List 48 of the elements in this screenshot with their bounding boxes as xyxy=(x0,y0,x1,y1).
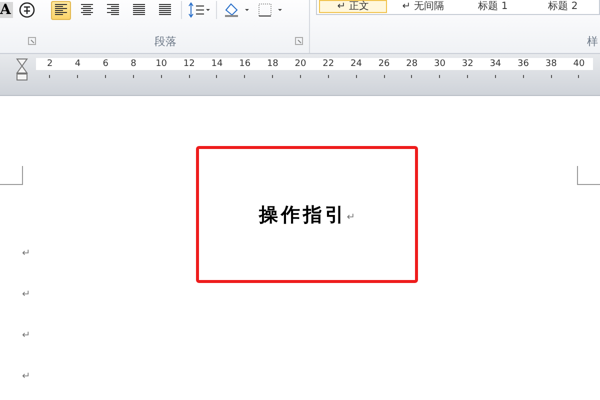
ruler-number: 30 xyxy=(434,58,446,70)
paragraph-mark: ↵ xyxy=(22,329,32,343)
ruler-number: 4 xyxy=(74,58,81,70)
borders-icon[interactable] xyxy=(256,2,285,18)
ruler-number: 28 xyxy=(406,58,418,70)
ruler-number: 8 xyxy=(130,58,136,70)
ruler-number: 10 xyxy=(156,58,168,70)
ruler-number: 38 xyxy=(545,58,557,70)
ruler-number: 6 xyxy=(102,58,108,70)
indent-marker-icon[interactable] xyxy=(16,58,28,82)
ruler-number: 14 xyxy=(211,58,223,70)
ruler-number: 18 xyxy=(266,58,278,70)
paragraph-mark: ↵ xyxy=(22,247,32,261)
align-lines-icon xyxy=(156,2,173,18)
paragraph-mark: ↵ xyxy=(346,212,356,223)
group-label: 段落 xyxy=(154,34,178,48)
ruler-number: 26 xyxy=(378,58,390,70)
align-lines-icon xyxy=(78,2,95,18)
ruler-number: 24 xyxy=(350,58,362,70)
document-title: 操作指引 xyxy=(258,202,347,228)
style-item[interactable]: 标题 1 xyxy=(459,0,527,13)
style-item[interactable]: ↵ 正文 xyxy=(319,0,387,13)
ruler-number: 12 xyxy=(183,58,195,70)
margin-corner-mark xyxy=(577,166,600,185)
dialog-launcher-icon[interactable] xyxy=(295,37,303,45)
style-item[interactable]: 标题 2 xyxy=(529,0,597,13)
ruler-number: 16 xyxy=(239,58,251,70)
ruler-number: 20 xyxy=(294,58,306,70)
margin-corner-mark xyxy=(0,166,23,185)
align-lines-icon xyxy=(104,2,121,18)
paragraph-mark: ↵ xyxy=(22,370,32,384)
paragraph-mark: ↵ xyxy=(22,288,32,302)
align-lines-icon xyxy=(130,2,147,18)
ruler-number: 2 xyxy=(47,58,53,70)
ruler-number: 36 xyxy=(518,58,529,70)
ruler-number: 34 xyxy=(490,58,502,70)
font-color-glyph[interactable]: A xyxy=(0,2,13,18)
line-spacing-icon[interactable] xyxy=(188,2,210,18)
enclosed-character-icon[interactable] xyxy=(18,2,35,18)
align-lines-icon xyxy=(52,2,69,18)
group-label: 样 xyxy=(587,34,598,48)
dialog-launcher-icon[interactable] xyxy=(28,37,36,45)
shading-bucket-icon[interactable] xyxy=(222,2,251,18)
style-item[interactable]: ↵ 无间隔 xyxy=(389,0,457,13)
align-button[interactable] xyxy=(50,0,71,20)
ruler-number: 32 xyxy=(462,58,474,70)
ruler-number: 22 xyxy=(322,58,334,70)
ruler-number: 40 xyxy=(573,58,585,70)
